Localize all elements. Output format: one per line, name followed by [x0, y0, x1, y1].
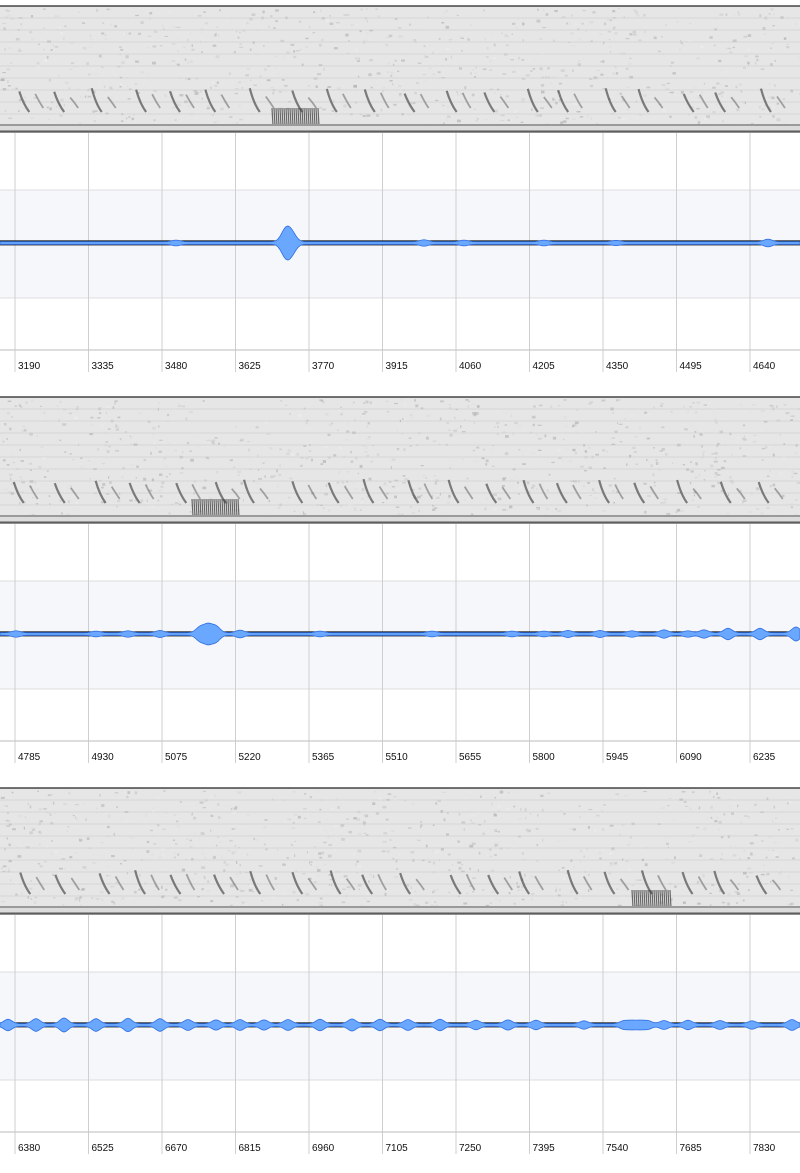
strip-canvas: 4785 4930 5075 5220 5365 5510 5655 5800 5945 6090… — [0, 391, 800, 782]
time-tick-label: 7540 — [606, 1143, 629, 1154]
time-axis: 6380 6525 6670 6815 6960 7105 7250 7395 7540 7685… — [0, 1132, 800, 1154]
time-tick-label: 3915 — [386, 361, 409, 372]
time-tick-label: 6960 — [312, 1143, 335, 1154]
waveform-panel — [0, 915, 800, 1132]
time-tick-label: 5220 — [239, 752, 262, 763]
strip-2: 4785 4930 5075 5220 5365 5510 5655 5800 5945 6090… — [0, 391, 800, 782]
time-tick-label: 5945 — [606, 752, 629, 763]
spectrogram — [0, 788, 800, 914]
time-tick-label: 6815 — [239, 1143, 262, 1154]
time-axis: 4785 4930 5075 5220 5365 5510 5655 5800 5945 6090… — [0, 741, 800, 763]
time-tick-label: 3480 — [165, 361, 188, 372]
time-tick-label: 6380 — [18, 1143, 41, 1154]
time-axis: 3190 3335 3480 3625 3770 3915 4060 4205 4350 4495… — [0, 350, 800, 372]
time-tick-label: 6235 — [753, 752, 776, 763]
time-tick-label: 6525 — [92, 1143, 115, 1154]
waveform-panel — [0, 133, 800, 350]
time-tick-label: 4640 — [753, 361, 776, 372]
time-tick-label: 7105 — [386, 1143, 409, 1154]
strip-canvas: 3190 3335 3480 3625 3770 3915 4060 4205 4350 4495… — [0, 0, 800, 391]
time-tick-label: 5510 — [386, 752, 409, 763]
time-tick-label: 7250 — [459, 1143, 482, 1154]
waveform-panel — [0, 524, 800, 741]
time-tick-label: 3625 — [239, 361, 262, 372]
time-tick-label: 5655 — [459, 752, 482, 763]
strip-3: 6380 6525 6670 6815 6960 7105 7250 7395 7540 7685… — [0, 782, 800, 1173]
time-tick-label: 5075 — [165, 752, 188, 763]
time-tick-label: 6670 — [165, 1143, 188, 1154]
time-tick-label: 4350 — [606, 361, 629, 372]
time-tick-label: 3190 — [18, 361, 41, 372]
time-tick-label: 3770 — [312, 361, 335, 372]
time-tick-label: 4205 — [533, 361, 556, 372]
time-tick-label: 7830 — [753, 1143, 776, 1154]
time-tick-label: 4495 — [680, 361, 703, 372]
time-tick-label: 7685 — [680, 1143, 703, 1154]
spectrogram — [0, 6, 800, 132]
strip-1: 3190 3335 3480 3625 3770 3915 4060 4205 4350 4495… — [0, 0, 800, 391]
spectrogram — [0, 397, 800, 523]
time-tick-label: 4060 — [459, 361, 482, 372]
time-tick-label: 5800 — [533, 752, 556, 763]
time-tick-label: 7395 — [533, 1143, 556, 1154]
strip-canvas: 6380 6525 6670 6815 6960 7105 7250 7395 7540 7685… — [0, 782, 800, 1173]
time-tick-label: 3335 — [92, 361, 115, 372]
time-tick-label: 6090 — [680, 752, 703, 763]
time-tick-label: 4930 — [92, 752, 115, 763]
time-tick-label: 4785 — [18, 752, 41, 763]
time-tick-label: 5365 — [312, 752, 335, 763]
